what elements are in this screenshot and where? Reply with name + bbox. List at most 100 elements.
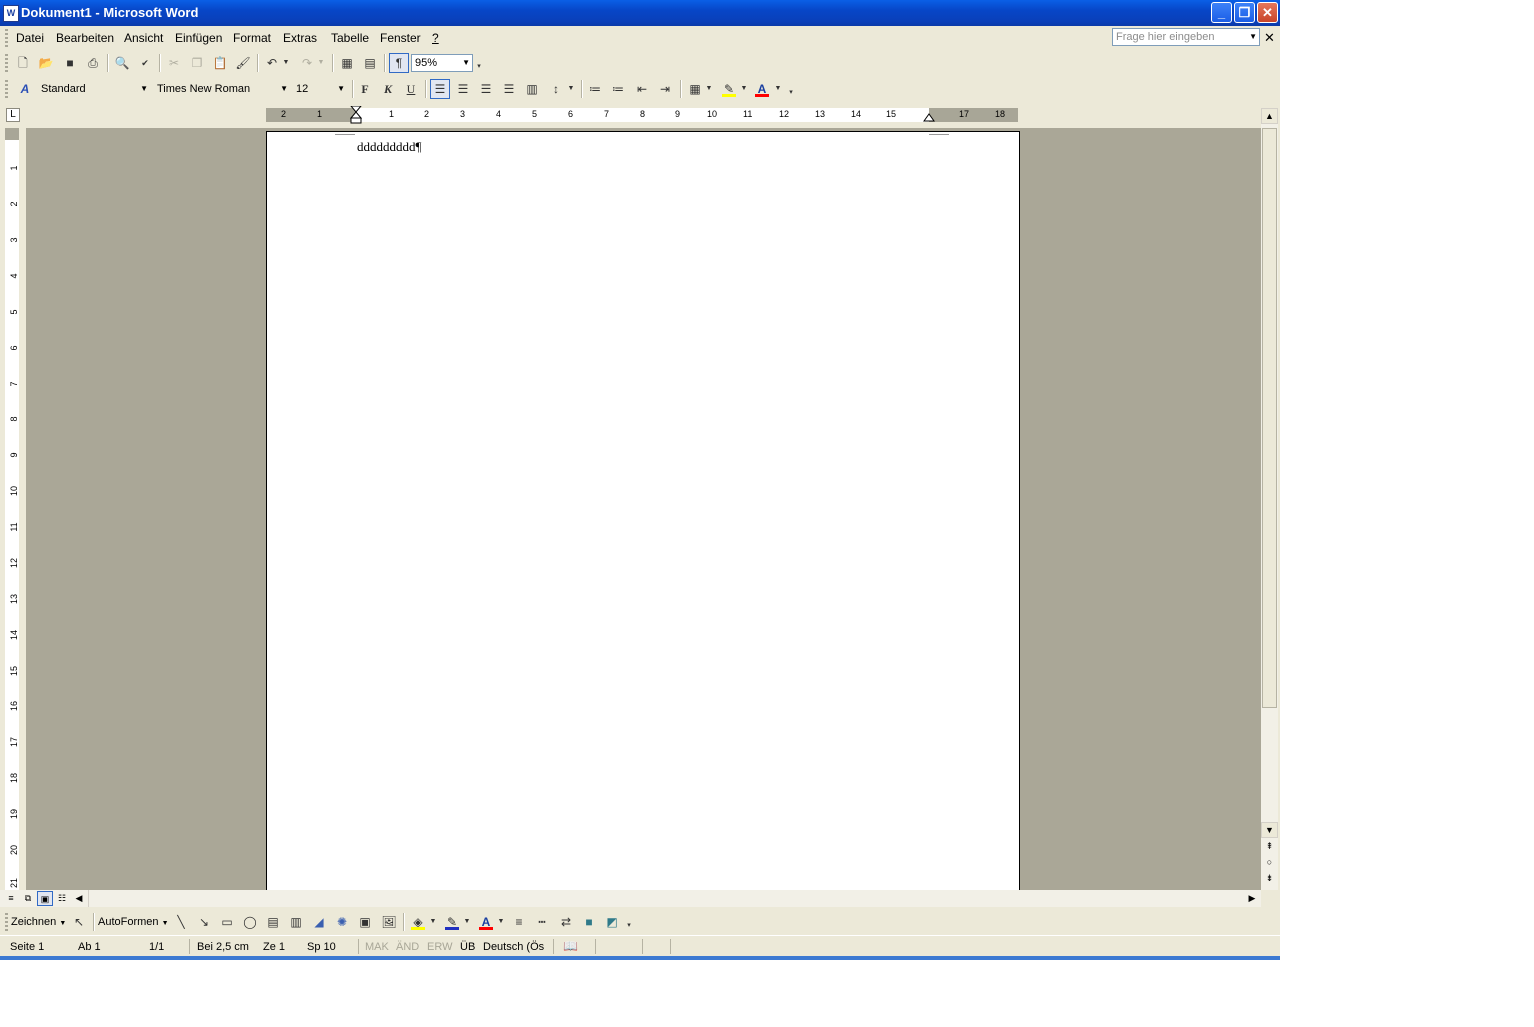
- vertical-text-box-icon[interactable]: ▥: [287, 913, 305, 931]
- close-button[interactable]: ✕: [1257, 2, 1278, 23]
- chevron-down-icon[interactable]: ▼: [739, 80, 749, 98]
- print-layout-icon[interactable]: ▣: [37, 891, 53, 906]
- menu-ansicht[interactable]: Ansicht: [124, 31, 163, 45]
- borders-icon[interactable]: ▦: [686, 80, 704, 98]
- document-page[interactable]: ddddddddd¶: [266, 131, 1020, 890]
- close-document-button[interactable]: ✕: [1264, 30, 1275, 46]
- previous-page-icon[interactable]: ⇞: [1261, 839, 1278, 855]
- fill-color-icon[interactable]: ◈: [409, 913, 427, 931]
- distribute-icon[interactable]: ▥: [523, 80, 541, 98]
- highlight-icon[interactable]: ✎: [720, 80, 738, 98]
- line-spacing-icon[interactable]: ↕: [547, 80, 565, 98]
- chevron-down-icon[interactable]: ▼: [337, 81, 345, 97]
- zoom-select[interactable]: 95% ▼: [411, 54, 473, 72]
- toolbar-grip[interactable]: [5, 80, 8, 98]
- line-style-icon[interactable]: ≡: [510, 913, 528, 931]
- spellcheck-icon[interactable]: ✔: [136, 54, 154, 72]
- copy-icon[interactable]: ❐: [188, 54, 206, 72]
- redo-icon[interactable]: ↷: [298, 54, 316, 72]
- scroll-up-icon[interactable]: ▲: [1261, 108, 1278, 124]
- toolbar-grip[interactable]: [5, 54, 8, 72]
- font-color-icon[interactable]: A: [477, 913, 495, 931]
- word-app-icon[interactable]: W: [3, 5, 19, 22]
- outline-view-icon[interactable]: ☷: [54, 891, 70, 906]
- menu-datei[interactable]: Datei: [16, 31, 44, 45]
- menu-extras[interactable]: Extras: [283, 31, 317, 45]
- shadow-style-icon[interactable]: ■: [580, 913, 598, 931]
- spelling-status-icon[interactable]: 📖: [563, 939, 578, 953]
- vertical-scrollbar[interactable]: ▲ ▼ ⇞ ○ ⇟: [1261, 108, 1278, 890]
- arrow-icon[interactable]: ↘: [195, 913, 213, 931]
- decrease-indent-icon[interactable]: ⇤: [633, 80, 651, 98]
- chevron-down-icon[interactable]: ▼: [280, 81, 288, 97]
- browse-object-icon[interactable]: ○: [1261, 855, 1278, 871]
- chevron-down-icon[interactable]: ▼: [773, 80, 783, 98]
- autoshapes-menu-button[interactable]: AutoFormen ▼: [98, 916, 169, 928]
- oval-icon[interactable]: ◯: [241, 913, 259, 931]
- line-icon[interactable]: ╲: [172, 913, 190, 931]
- status-track-changes[interactable]: ÄND: [396, 941, 419, 953]
- minimize-button[interactable]: _: [1211, 2, 1232, 23]
- numbering-icon[interactable]: ≔: [586, 80, 604, 98]
- menu-format[interactable]: Format: [233, 31, 271, 45]
- chevron-down-icon[interactable]: ▼: [462, 55, 470, 71]
- align-right-icon[interactable]: ☰: [477, 80, 495, 98]
- clip-art-icon[interactable]: ▣: [356, 913, 374, 931]
- chevron-down-icon[interactable]: ▼: [496, 913, 506, 931]
- justify-icon[interactable]: ☰: [500, 80, 518, 98]
- draw-menu-button[interactable]: Zeichnen ▼: [11, 916, 66, 928]
- select-objects-icon[interactable]: ↖: [70, 913, 88, 931]
- chevron-down-icon[interactable]: ▼: [704, 80, 714, 98]
- 3d-style-icon[interactable]: ◩: [603, 913, 621, 931]
- restore-button[interactable]: ❐: [1234, 2, 1255, 23]
- right-indent-marker-icon[interactable]: [923, 112, 935, 122]
- normal-view-icon[interactable]: ≡: [3, 891, 19, 906]
- font-size-select[interactable]: 12 ▼: [292, 80, 348, 98]
- print-preview-icon[interactable]: 🔍: [113, 54, 131, 72]
- italic-button[interactable]: K: [379, 80, 397, 98]
- show-formatting-icon[interactable]: ¶: [389, 53, 409, 73]
- title-bar[interactable]: W Dokument1 - Microsoft Word _ ❐ ✕: [0, 0, 1280, 26]
- menu-help[interactable]: ?: [432, 31, 439, 45]
- scroll-left-icon[interactable]: ◀: [71, 891, 87, 906]
- web-layout-icon[interactable]: ⧉: [20, 891, 36, 906]
- menubar-grip[interactable]: [5, 29, 8, 47]
- menu-fenster[interactable]: Fenster: [380, 31, 421, 45]
- chevron-down-icon[interactable]: ▼: [140, 81, 148, 97]
- paste-icon[interactable]: 📋: [211, 54, 229, 72]
- insert-picture-icon[interactable]: 🖼: [380, 913, 398, 931]
- chevron-down-icon[interactable]: ▼: [428, 913, 438, 931]
- new-document-icon[interactable]: 🗋: [14, 54, 32, 72]
- status-language[interactable]: Deutsch (Ös: [483, 941, 544, 953]
- undo-dropdown-icon[interactable]: ▼: [281, 54, 291, 72]
- next-page-icon[interactable]: ⇟: [1261, 871, 1278, 887]
- rectangle-icon[interactable]: ▭: [218, 913, 236, 931]
- format-painter-icon[interactable]: 🖌: [234, 54, 252, 72]
- toolbar-options-icon[interactable]: ▾: [786, 84, 796, 102]
- wordart-icon[interactable]: ◢: [310, 913, 328, 931]
- tab-selector[interactable]: L: [6, 108, 20, 122]
- print-icon[interactable]: ⎙: [84, 54, 102, 72]
- toolbar-options-icon[interactable]: ▾: [624, 917, 634, 935]
- font-color-icon[interactable]: A: [753, 80, 771, 98]
- chevron-down-icon[interactable]: ▼: [462, 913, 472, 931]
- align-center-icon[interactable]: ☰: [454, 80, 472, 98]
- increase-indent-icon[interactable]: ⇥: [656, 80, 674, 98]
- text-box-icon[interactable]: ▤: [264, 913, 282, 931]
- insert-table-icon[interactable]: ▤: [361, 54, 379, 72]
- bullets-icon[interactable]: ≔: [609, 80, 627, 98]
- horizontal-ruler[interactable]: 2 1 1 2 3 4 5 6 7 8 9 10 11 12 13 14 15 …: [266, 106, 1018, 124]
- undo-icon[interactable]: ↶: [263, 54, 281, 72]
- toolbar-grip[interactable]: [5, 913, 8, 931]
- scroll-thumb[interactable]: [1262, 128, 1277, 708]
- tables-borders-icon[interactable]: ▦: [338, 54, 356, 72]
- status-overtype[interactable]: ÜB: [460, 941, 475, 953]
- style-select[interactable]: Standard ▼: [37, 80, 151, 98]
- styles-formatting-icon[interactable]: A: [16, 80, 34, 98]
- chevron-down-icon[interactable]: ▼: [566, 80, 576, 98]
- menu-tabelle[interactable]: Tabelle: [331, 31, 369, 45]
- document-text[interactable]: ddddddddd¶: [357, 139, 421, 155]
- redo-dropdown-icon[interactable]: ▼: [316, 54, 326, 72]
- dash-style-icon[interactable]: ┅: [533, 913, 551, 931]
- help-question-input[interactable]: Frage hier eingeben ▼: [1112, 28, 1260, 46]
